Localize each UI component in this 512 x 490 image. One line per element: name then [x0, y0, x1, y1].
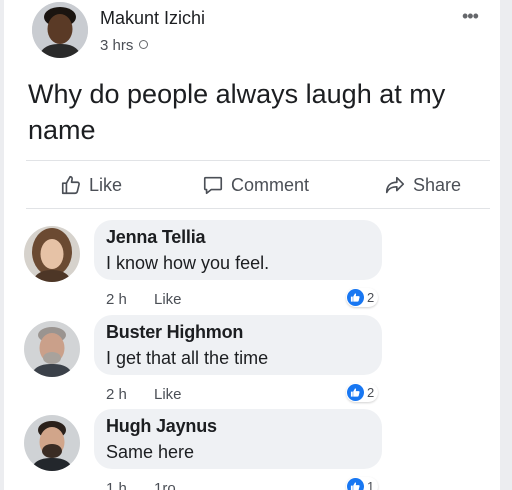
comment-like-link[interactable]: Like: [154, 386, 182, 403]
commenter-avatar[interactable]: [24, 321, 80, 377]
reaction-number: 2: [367, 385, 375, 400]
comment-text: Same here: [106, 442, 195, 462]
commenter-avatar[interactable]: [24, 226, 80, 282]
share-button[interactable]: Share: [384, 170, 461, 200]
share-label: Share: [413, 174, 462, 195]
post-text: Why do people always laugh at my name: [28, 79, 446, 145]
comment-text: I get that all the time: [106, 348, 269, 368]
comment-time[interactable]: 1 h: [106, 480, 127, 490]
comment: Hugh Jaynus Same here 1 h 1ro 1: [4, 403, 500, 490]
comment-icon: [203, 176, 223, 195]
author-name[interactable]: Makunt Izichi: [100, 8, 205, 29]
commenter-name[interactable]: Jenna Tellia: [106, 227, 206, 248]
reaction-number: 1: [367, 479, 375, 490]
thumbs-up-icon: [61, 175, 80, 195]
author-avatar[interactable]: [32, 2, 88, 58]
comment: Jenna Tellia I know how you feel. 2 h Li…: [4, 214, 500, 308]
globe-icon: [139, 40, 149, 49]
comment-time[interactable]: 2 h: [106, 291, 127, 308]
comment-bubble: Jenna Tellia I know how you feel.: [94, 220, 382, 280]
comment-button[interactable]: Comment: [202, 170, 309, 200]
comment-bubble: Buster Highmon I get that all the time: [94, 315, 382, 375]
comment-time[interactable]: 2 h: [106, 386, 127, 403]
like-reaction-icon: [347, 478, 364, 490]
comment-like-link[interactable]: Like: [154, 291, 182, 308]
comment-bubble: Hugh Jaynus Same here: [94, 409, 382, 469]
reaction-count[interactable]: 1: [346, 477, 379, 490]
like-button[interactable]: Like: [60, 170, 122, 200]
comment-like-link[interactable]: 1ro: [154, 480, 176, 490]
like-reaction-icon: [347, 384, 364, 401]
comment-label: Comment: [231, 174, 310, 195]
post-time[interactable]: 3 hrs: [100, 37, 133, 54]
action-bar: Like Comment Share: [4, 170, 500, 200]
reaction-number: 2: [367, 290, 375, 305]
commenter-name[interactable]: Buster Highmon: [106, 322, 243, 343]
post-card: Makunt Izichi 3 hrs ••• Why do people al…: [4, 0, 500, 490]
comment: Buster Highmon I get that all the time 2…: [4, 309, 500, 403]
reaction-count[interactable]: 2: [346, 383, 379, 402]
divider: [26, 208, 490, 209]
like-label: Like: [89, 174, 123, 195]
commenter-name[interactable]: Hugh Jaynus: [106, 416, 217, 437]
more-options-icon[interactable]: •••: [462, 6, 479, 27]
divider: [26, 160, 490, 161]
commenter-avatar[interactable]: [24, 415, 80, 471]
post-meta: 3 hrs: [100, 37, 149, 54]
like-reaction-icon: [347, 289, 364, 306]
share-icon: [385, 176, 405, 194]
reaction-count[interactable]: 2: [346, 288, 379, 307]
comment-text: I know how you feel.: [106, 253, 270, 273]
